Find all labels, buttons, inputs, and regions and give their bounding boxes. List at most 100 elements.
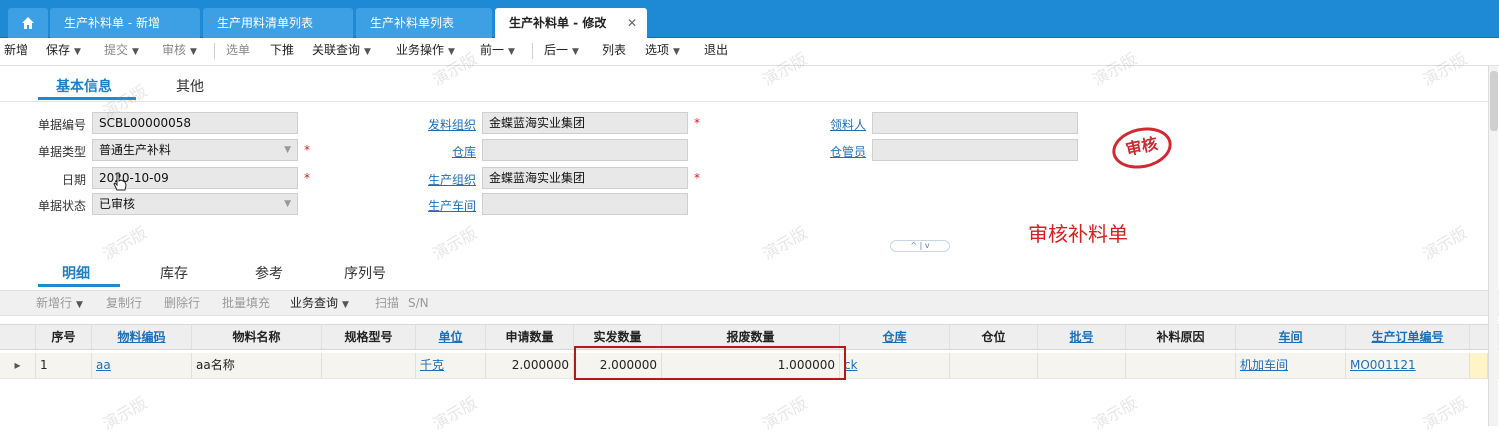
- cell-mo-no[interactable]: MO001121: [1346, 353, 1470, 378]
- watermark: 演示版: [429, 223, 481, 264]
- keeper-field[interactable]: [872, 139, 1078, 161]
- status-value: 已审核: [99, 197, 136, 211]
- chevron-down-icon: ▼: [284, 199, 291, 209]
- issue-org-label[interactable]: 发料组织: [396, 116, 476, 133]
- prod-org-field[interactable]: 金蝶蓝海实业集团: [482, 167, 688, 189]
- chevron-down-icon: ▼: [132, 47, 139, 57]
- header-reason[interactable]: 补料原因: [1126, 325, 1236, 349]
- header-workshop[interactable]: 车间: [1236, 325, 1346, 349]
- workshop-field[interactable]: [482, 193, 688, 215]
- header-warehouse[interactable]: 仓库: [840, 325, 950, 349]
- header-unit[interactable]: 单位: [416, 325, 486, 349]
- watermark: 演示版: [759, 393, 811, 434]
- picker-field[interactable]: [872, 112, 1078, 134]
- tab-basic-info[interactable]: 基本信息: [56, 76, 112, 96]
- cell-warehouse[interactable]: ck: [840, 353, 950, 378]
- grid-toolbar: 新增行 ▼ 复制行 删除行 批量填充 业务查询 ▼ 扫描 S/N: [0, 290, 1499, 316]
- collapse-toggle[interactable]: ^ | v: [890, 240, 950, 252]
- header-apply-qty[interactable]: 申请数量: [486, 325, 574, 349]
- next-button[interactable]: 后一 ▼: [544, 38, 579, 66]
- copy-row-button[interactable]: 复制行: [106, 291, 142, 315]
- hand-pointer-icon: [112, 172, 128, 192]
- chevron-down-icon: ▼: [74, 47, 81, 57]
- watermark: 演示版: [1419, 223, 1471, 264]
- home-tab[interactable]: [8, 8, 48, 38]
- list-button[interactable]: 列表: [602, 38, 626, 66]
- doc-type-label: 单据类型: [37, 145, 86, 159]
- select-order-button[interactable]: 选单: [226, 38, 250, 66]
- cell-apply-qty[interactable]: 2.000000: [486, 353, 574, 378]
- vertical-scrollbar[interactable]: [1488, 66, 1498, 426]
- sn-button[interactable]: S/N: [408, 291, 429, 315]
- document-tab-bar: 生产补料单 - 新增 生产用料清单列表 生产补料单列表 生产补料单 - 修改 ✕: [0, 0, 1499, 38]
- chevron-down-icon: ▼: [572, 47, 579, 57]
- header-lot[interactable]: 批号: [1038, 325, 1126, 349]
- push-down-button[interactable]: 下推: [270, 38, 294, 66]
- watermark: 演示版: [1089, 393, 1141, 434]
- add-row-button[interactable]: 新增行 ▼: [36, 291, 83, 317]
- chevron-down-icon: ▼: [76, 300, 83, 310]
- business-ops-button[interactable]: 业务操作 ▼: [396, 38, 455, 66]
- tab-supplement-edit-label: 生产补料单 - 修改: [509, 16, 607, 30]
- audit-button[interactable]: 审核 ▼: [162, 38, 197, 66]
- batch-fill-button[interactable]: 批量填充: [222, 291, 270, 315]
- new-button[interactable]: 新增: [4, 38, 28, 66]
- save-label: 保存: [46, 43, 71, 57]
- options-button[interactable]: 选项 ▼: [645, 38, 680, 66]
- doc-type-value: 普通生产补料: [99, 143, 172, 157]
- scrollbar-thumb[interactable]: [1490, 71, 1498, 131]
- prod-org-label[interactable]: 生产组织: [396, 171, 476, 188]
- header-location[interactable]: 仓位: [950, 325, 1038, 349]
- warehouse-field[interactable]: [482, 139, 688, 161]
- header-material-code[interactable]: 物料编码: [92, 325, 192, 349]
- audit-label: 审核: [162, 43, 187, 57]
- workshop-label[interactable]: 生产车间: [396, 197, 476, 214]
- scan-button[interactable]: 扫描: [375, 291, 399, 315]
- tab-detail[interactable]: 明细: [62, 263, 90, 283]
- required-mark: *: [694, 171, 700, 185]
- chevron-down-icon: ▼: [364, 47, 371, 57]
- main-toolbar: 新增 保存 ▼ 提交 ▼ 审核 ▼ 选单 下推 关联查询 ▼ 业务操作 ▼ 前一 ▼ 后一 ▼…: [0, 38, 1499, 66]
- picker-label[interactable]: 领料人: [786, 116, 866, 133]
- close-icon[interactable]: ✕: [627, 8, 637, 38]
- tab-bom-list[interactable]: 生产用料清单列表: [203, 8, 353, 38]
- save-button[interactable]: 保存 ▼: [46, 38, 81, 66]
- exit-button[interactable]: 退出: [704, 38, 728, 66]
- tab-detail-underline: [38, 284, 120, 287]
- submit-button[interactable]: 提交 ▼: [104, 38, 139, 66]
- header-spec[interactable]: 规格型号: [322, 325, 416, 349]
- cell-location[interactable]: [950, 353, 1038, 378]
- tab-supplement-list[interactable]: 生产补料单列表: [356, 8, 492, 38]
- doc-type-select[interactable]: 普通生产补料 ▼: [92, 139, 298, 161]
- business-query-button[interactable]: 业务查询 ▼: [290, 291, 349, 317]
- chevron-down-icon: ▼: [673, 47, 680, 57]
- tab-other[interactable]: 其他: [176, 76, 204, 96]
- cell-reason[interactable]: [1126, 353, 1236, 378]
- tab-supplement-edit[interactable]: 生产补料单 - 修改 ✕: [495, 8, 647, 38]
- tab-reference[interactable]: 参考: [255, 263, 283, 283]
- tab-serial[interactable]: 序列号: [344, 263, 386, 283]
- header-material-name[interactable]: 物料名称: [192, 325, 322, 349]
- cell-lot[interactable]: [1038, 353, 1126, 378]
- status-label: 单据状态: [37, 199, 86, 213]
- section-divider: [0, 101, 1488, 102]
- delete-row-button[interactable]: 删除行: [164, 291, 200, 315]
- header-seq[interactable]: 序号: [36, 325, 92, 349]
- watermark: 演示版: [99, 393, 151, 434]
- tab-supplement-new[interactable]: 生产补料单 - 新增: [50, 8, 200, 38]
- keeper-label[interactable]: 仓管员: [786, 143, 866, 160]
- header-mo-no[interactable]: 生产订单编号: [1346, 325, 1470, 349]
- home-icon: [21, 17, 35, 33]
- prev-button[interactable]: 前一 ▼: [480, 38, 515, 66]
- business-ops-label: 业务操作: [396, 43, 445, 57]
- cell-workshop[interactable]: 机加车间: [1236, 353, 1346, 378]
- cell-unit[interactable]: 千克: [416, 353, 486, 378]
- status-select[interactable]: 已审核 ▼: [92, 193, 298, 215]
- cell-material-code[interactable]: aa: [92, 353, 192, 378]
- tab-stock[interactable]: 库存: [160, 263, 188, 283]
- related-query-button[interactable]: 关联查询 ▼: [312, 38, 371, 66]
- add-row-label: 新增行: [36, 296, 73, 310]
- warehouse-label[interactable]: 仓库: [396, 143, 476, 160]
- doc-no-field[interactable]: SCBL00000058: [92, 112, 298, 134]
- issue-org-field[interactable]: 金蝶蓝海实业集团: [482, 112, 688, 134]
